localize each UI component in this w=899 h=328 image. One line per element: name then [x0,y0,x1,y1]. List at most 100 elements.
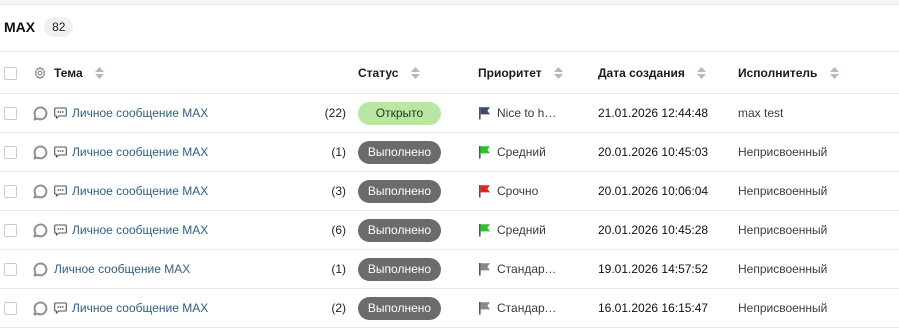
assignee-name[interactable]: max test [738,93,899,133]
table-row[interactable]: Личное сообщение MAX (3) Выполнено Срочн… [0,171,899,211]
message-icon [54,224,67,236]
column-label-priority: Приоритет [478,65,542,80]
column-header-status[interactable]: Статус [358,51,478,94]
sort-icon[interactable] [94,66,104,79]
assignee-name[interactable]: Неприсвоенный [738,249,899,289]
flag-icon [479,146,490,159]
message-count: (22) [312,93,358,133]
status-badge[interactable]: Выполнено [358,296,441,320]
sort-icon[interactable] [553,66,563,79]
priority-cell[interactable]: Срочно [478,184,598,198]
column-label-assignee: Исполнитель [738,65,818,80]
status-badge[interactable]: Открыто [358,101,441,125]
sort-icon[interactable] [697,66,707,79]
priority-label: Nice to have [497,106,557,120]
row-checkbox[interactable] [4,263,17,277]
column-header-priority[interactable]: Приоритет [478,51,598,94]
flag-icon [479,302,490,315]
message-count: (2) [312,288,358,328]
created-date: 20.01.2026 10:45:03 [598,132,738,172]
column-label-status: Статус [358,65,399,80]
status-badge[interactable]: Выполнено [358,218,441,242]
table-row[interactable]: Личное сообщение MAX (2) Выполнено Станд… [0,288,899,328]
chat-bubble-icon [33,145,48,160]
priority-label: Срочно [497,184,539,198]
assignee-name[interactable]: Неприсвоенный [738,210,899,250]
status-badge[interactable]: Выполнено [358,179,441,203]
priority-label: Средний [497,145,546,159]
chat-bubble-icon [33,106,48,121]
ticket-link[interactable]: Личное сообщение MAX [54,262,190,276]
select-all-checkbox[interactable] [4,66,17,80]
ticket-topic: Личное сообщение MAX [54,223,312,237]
ticket-link[interactable]: Личное сообщение MAX [72,184,208,198]
count-badge: 82 [44,17,74,37]
created-date: 16.01.2026 16:15:47 [598,288,738,328]
message-count: (1) [312,132,358,172]
chat-bubble-icon [33,223,48,238]
column-header-created[interactable]: Дата создания [598,51,738,94]
ticket-link[interactable]: Личное сообщение MAX [72,301,208,315]
created-date: 20.01.2026 10:45:28 [598,210,738,250]
assignee-name[interactable]: Неприсвоенный [738,171,899,211]
row-checkbox[interactable] [4,107,17,121]
row-checkbox[interactable] [4,146,17,160]
table-header-row: Тема Статус Приоритет Дата создания Испо… [0,51,899,94]
priority-label: Средний [497,223,546,237]
created-date: 19.01.2026 14:57:52 [598,249,738,289]
flag-icon [479,263,490,276]
priority-label: Стандартный [497,262,557,276]
table-row[interactable]: Личное сообщение MAX (6) Выполнено Средн… [0,210,899,250]
message-icon [54,146,67,158]
message-count: (6) [312,210,358,250]
flag-icon [479,224,490,237]
ticket-topic: Личное сообщение MAX [54,301,312,315]
priority-cell[interactable]: Nice to have [478,106,598,120]
priority-cell[interactable]: Средний [478,223,598,237]
chat-bubble-icon [33,301,48,316]
assignee-name[interactable]: Неприсвоенный [738,288,899,328]
column-header-topic[interactable]: Тема [54,51,312,94]
priority-cell[interactable]: Средний [478,145,598,159]
list-header: MAX 82 [0,14,74,40]
message-icon [54,302,67,314]
gear-icon[interactable] [33,66,47,80]
sort-icon[interactable] [829,66,839,79]
tickets-table: Тема Статус Приоритет Дата создания Испо… [0,51,899,328]
created-date: 20.01.2026 10:06:04 [598,171,738,211]
ticket-topic: Личное сообщение MAX [54,106,312,120]
flag-icon [479,185,490,198]
assignee-name[interactable]: Неприсвоенный [738,132,899,172]
ticket-link[interactable]: Личное сообщение MAX [72,145,208,159]
created-date: 21.01.2026 12:44:48 [598,93,738,133]
table-row[interactable]: Личное сообщение MAX (22) Открыто Nice t… [0,93,899,133]
flag-icon [479,107,490,120]
ticket-topic: Личное сообщение MAX [54,184,312,198]
status-badge[interactable]: Выполнено [358,140,441,164]
status-badge[interactable]: Выполнено [358,257,441,281]
top-divider [0,0,899,5]
ticket-topic: Личное сообщение MAX [54,262,312,276]
list-title: MAX [4,19,36,35]
table-row[interactable]: Личное сообщение MAX (1) Выполнено Средн… [0,132,899,172]
priority-cell[interactable]: Стандартный [478,301,598,315]
chat-bubble-icon [33,184,48,199]
chat-bubble-icon [33,262,48,277]
sort-icon[interactable] [410,66,420,79]
row-checkbox[interactable] [4,302,17,316]
message-count: (3) [312,171,358,211]
ticket-link[interactable]: Личное сообщение MAX [72,106,208,120]
message-count: (1) [312,249,358,289]
table-row[interactable]: Личное сообщение MAX (1) Выполнено Станд… [0,249,899,289]
row-checkbox[interactable] [4,224,17,238]
message-icon [54,107,67,119]
column-header-assignee[interactable]: Исполнитель [738,51,899,94]
priority-cell[interactable]: Стандартный [478,262,598,276]
row-checkbox[interactable] [4,185,17,199]
column-label-topic: Тема [54,65,83,80]
column-label-created: Дата создания [598,65,685,80]
priority-label: Стандартный [497,301,557,315]
ticket-topic: Личное сообщение MAX [54,145,312,159]
message-icon [54,185,67,197]
ticket-link[interactable]: Личное сообщение MAX [72,223,208,237]
